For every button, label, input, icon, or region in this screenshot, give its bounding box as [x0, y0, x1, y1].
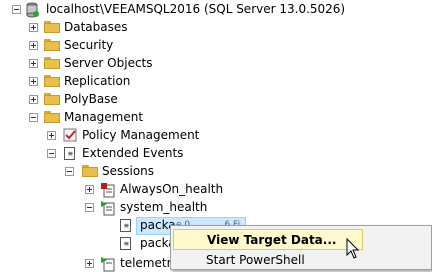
- folder-icon: [44, 39, 60, 51]
- tree-node-databases[interactable]: Databases: [64, 18, 128, 36]
- target-icon: ≡: [120, 219, 131, 232]
- collapse-toggle[interactable]: [12, 5, 21, 14]
- server-node-label[interactable]: localhost\VEEAMSQL2016 (SQL Server 13.0.…: [46, 0, 345, 18]
- extended-events-icon: ≡: [64, 147, 75, 160]
- folder-icon: [82, 165, 98, 177]
- collapse-toggle[interactable]: [85, 203, 94, 212]
- tree-node-server-objects[interactable]: Server Objects: [64, 54, 153, 72]
- expand-toggle[interactable]: [85, 259, 94, 268]
- collapse-toggle[interactable]: [29, 113, 38, 122]
- expand-toggle[interactable]: [29, 59, 38, 68]
- expand-toggle[interactable]: [29, 77, 38, 86]
- policy-icon: [63, 128, 77, 142]
- target-icon: ≡: [120, 237, 131, 250]
- server-icon: [26, 2, 39, 18]
- expand-toggle[interactable]: [29, 95, 38, 104]
- tree-node-sessions[interactable]: Sessions: [102, 162, 154, 180]
- expand-toggle[interactable]: [29, 41, 38, 50]
- expand-toggle[interactable]: [85, 185, 94, 194]
- tree-node-management[interactable]: Management: [64, 108, 143, 126]
- menu-item-label: Start PowerShell: [206, 253, 305, 267]
- tree-node-policy-management[interactable]: Policy Management: [82, 126, 199, 144]
- folder-icon: [44, 57, 60, 69]
- menu-item-start-powershell[interactable]: Start PowerShell: [173, 250, 363, 271]
- collapse-toggle[interactable]: [65, 167, 74, 176]
- tree-node-extended-events[interactable]: Extended Events: [82, 144, 183, 162]
- expand-toggle[interactable]: [29, 23, 38, 32]
- menu-item-view-target-data[interactable]: View Target Data...: [173, 229, 363, 250]
- tree-node-replication[interactable]: Replication: [64, 72, 130, 90]
- folder-icon: [44, 93, 60, 105]
- tree-node-system-health[interactable]: system_health: [120, 198, 207, 216]
- folder-icon: [44, 111, 60, 123]
- session-stopped-icon: [101, 183, 115, 198]
- menu-item-label: View Target Data...: [207, 233, 337, 247]
- tree-node-polybase[interactable]: PolyBase: [64, 90, 118, 108]
- tree-node-alwayson-health[interactable]: AlwaysOn_health: [120, 180, 223, 198]
- folder-icon: [44, 75, 60, 87]
- expand-toggle[interactable]: [47, 131, 56, 140]
- session-running-icon: [101, 201, 115, 216]
- collapse-toggle[interactable]: [47, 149, 56, 158]
- tree-node-security[interactable]: Security: [64, 36, 113, 54]
- context-menu: View Target Data... Start PowerShell: [170, 225, 432, 270]
- mouse-cursor-icon: [346, 238, 360, 259]
- folder-icon: [44, 21, 60, 33]
